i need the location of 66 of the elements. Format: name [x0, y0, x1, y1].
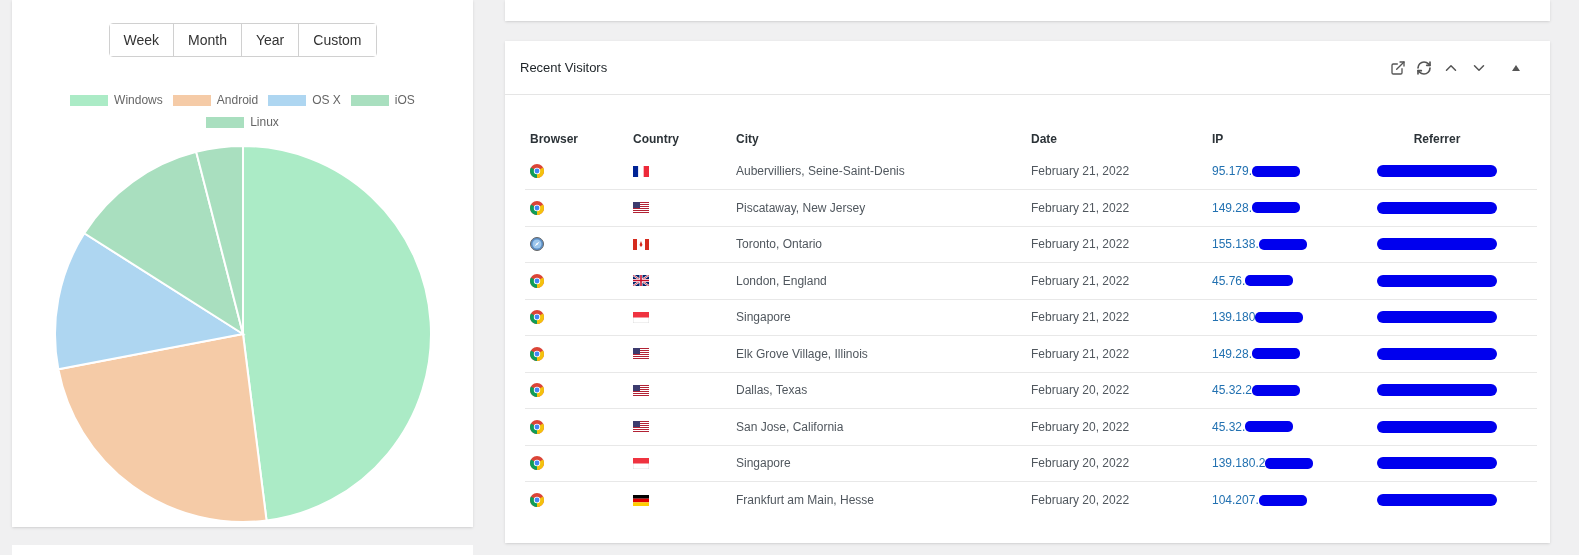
city-cell: Singapore: [736, 456, 791, 471]
date-cell: February 21, 2022: [1031, 164, 1130, 178]
date-cell: February 21, 2022: [1031, 346, 1130, 361]
column-header: Browser: [529, 131, 580, 148]
city-cell: Piscataway, New Jersey: [736, 200, 866, 215]
range-button[interactable]: Custom: [298, 24, 376, 56]
city-cell: Singapore: [736, 310, 791, 325]
chrome-icon: [530, 310, 544, 325]
flag-icon: [633, 311, 649, 323]
chrome-icon: [530, 273, 544, 288]
column-header: City: [735, 131, 760, 148]
flag-icon: [633, 275, 649, 287]
ip-link[interactable]: 95.179.: [1212, 162, 1253, 180]
column-header: Date: [1030, 131, 1058, 148]
chrome-icon: [530, 493, 544, 507]
chrome-icon: [530, 164, 544, 178]
flag-icon: [633, 202, 649, 214]
ip-link[interactable]: 45.76.: [1212, 271, 1246, 290]
city-cell: Toronto, Ontario: [736, 237, 823, 252]
ip-link[interactable]: 45.32.2: [1212, 381, 1253, 400]
date-cell: February 20, 2022: [1031, 456, 1130, 471]
city-cell: Elk Grove Village, Illinois: [736, 346, 868, 361]
date-cell: February 21, 2022: [1031, 200, 1130, 215]
flag-icon: [633, 494, 649, 506]
chrome-icon: [530, 383, 544, 398]
column-header: IP: [1211, 131, 1225, 148]
flag-icon: [633, 457, 649, 469]
flag-icon: [633, 348, 649, 360]
chrome-icon: [530, 456, 544, 471]
city-cell: Aubervilliers, Seine-Saint-Denis: [736, 164, 905, 178]
date-cell: February 20, 2022: [1031, 493, 1130, 507]
ip-link[interactable]: 139.180.2: [1212, 454, 1266, 473]
ip-link[interactable]: 45.32.: [1212, 417, 1246, 436]
city-cell: Frankfurt am Main, Hesse: [736, 493, 875, 507]
flag-icon: [633, 165, 649, 177]
chrome-icon: [530, 419, 544, 434]
city-cell: San Jose, California: [736, 419, 844, 434]
date-cell: February 21, 2022: [1031, 237, 1130, 252]
chrome-icon: [530, 200, 544, 215]
flag-icon: [633, 238, 649, 250]
legend-label: Android: [216, 92, 259, 109]
ip-link[interactable]: 139.180: [1212, 308, 1256, 327]
date-cell: February 21, 2022: [1031, 273, 1130, 288]
ip-link[interactable]: 155.138.: [1212, 235, 1259, 254]
flag-icon: [633, 384, 649, 396]
external-link-icon[interactable]: [1390, 59, 1406, 76]
legend-label: OS X: [312, 92, 341, 109]
legend-label: Windows: [114, 92, 163, 109]
legend-label: Linux: [250, 114, 279, 131]
city-cell: London, England: [736, 273, 827, 288]
date-cell: February 21, 2022: [1031, 310, 1130, 325]
ip-link[interactable]: 104.207.: [1212, 491, 1259, 509]
triangle-up-icon[interactable]: [1512, 64, 1520, 71]
ip-link[interactable]: 149.28.: [1212, 198, 1253, 217]
ip-link[interactable]: 149.28.: [1212, 344, 1253, 363]
flag-icon: [633, 421, 649, 433]
column-header: Referrer: [1412, 131, 1462, 148]
compass-icon: [530, 237, 544, 252]
chrome-icon: [530, 346, 544, 361]
refresh-icon[interactable]: [1416, 59, 1432, 76]
date-cell: February 20, 2022: [1031, 419, 1130, 434]
city-cell: Dallas, Texas: [736, 383, 808, 398]
column-header: Country: [632, 131, 680, 148]
date-cell: February 20, 2022: [1031, 383, 1130, 398]
legend-label: iOS: [394, 92, 415, 109]
card-title: Recent Visitors: [520, 58, 608, 77]
